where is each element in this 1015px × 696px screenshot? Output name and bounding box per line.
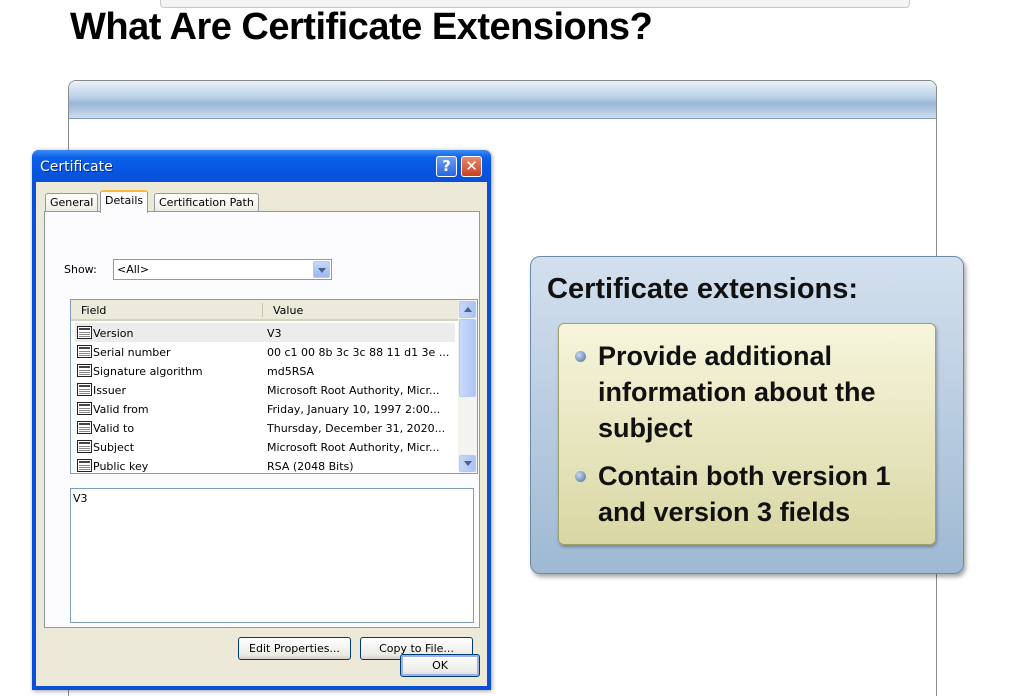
table-row[interactable]: Public key RSA (2048 Bits) (75, 456, 455, 473)
certificate-field-icon (77, 402, 92, 415)
column-header-field[interactable]: Field (81, 304, 106, 317)
fields-listview[interactable]: Field Value Version V3 Serial number 00 … (70, 299, 478, 474)
certificate-field-icon (77, 421, 92, 434)
table-row[interactable]: Issuer Microsoft Root Authority, Micr... (75, 380, 455, 399)
certificate-field-icon (77, 364, 92, 377)
table-row[interactable]: Serial number 00 c1 00 8b 3c 3c 88 11 d1… (75, 342, 455, 361)
field-detail-textbox[interactable]: V3 (70, 488, 474, 623)
field-name: Subject (93, 441, 135, 454)
table-row[interactable]: Valid from Friday, January 10, 1997 2:00… (75, 399, 455, 418)
table-row[interactable]: Subject Microsoft Root Authority, Micr..… (75, 437, 455, 456)
certificate-field-icon (77, 459, 92, 472)
dialog-title: Certificate (40, 159, 113, 175)
slide-title: What Are Certificate Extensions? (70, 6, 653, 48)
field-value: 00 c1 00 8b 3c 3c 88 11 d1 3e ... (267, 346, 450, 359)
bullet-text: Contain both version 1 and version 3 fie… (598, 461, 891, 527)
field-value: Friday, January 10, 1997 2:00... (267, 403, 441, 416)
scroll-up-icon[interactable] (459, 301, 476, 318)
details-tab-panel: Show: <All> Field Value Version V3 Seria… (44, 211, 480, 660)
certificate-dialog: Certificate ? ✕ General Details Certific… (32, 150, 491, 690)
tab-general[interactable]: General (45, 193, 99, 212)
field-name: Signature algorithm (93, 365, 203, 378)
bullet-dot-icon (575, 351, 586, 362)
callout-title: Certificate extensions: (547, 273, 859, 305)
callout-bullets-box: Provide additional information about the… (558, 323, 936, 545)
bullet-item: Contain both version 1 and version 3 fie… (575, 458, 918, 530)
scroll-thumb[interactable] (459, 319, 476, 397)
bullet-text: Provide additional information about the… (598, 341, 876, 443)
field-name: Issuer (93, 384, 126, 397)
field-detail-text: V3 (73, 492, 88, 505)
bullet-dot-icon (575, 471, 586, 482)
table-row[interactable]: Valid to Thursday, December 31, 2020... (75, 418, 455, 437)
column-header-value[interactable]: Value (273, 304, 303, 317)
help-button[interactable]: ? (436, 156, 457, 177)
certificate-field-icon (77, 345, 92, 358)
chevron-down-icon[interactable] (313, 261, 330, 278)
show-select[interactable]: <All> (113, 259, 332, 280)
table-row[interactable]: Signature algorithm md5RSA (75, 361, 455, 380)
field-value: V3 (267, 327, 282, 340)
field-value: md5RSA (267, 365, 315, 378)
ok-button[interactable]: OK (400, 654, 480, 677)
edit-properties-button[interactable]: Edit Properties... (238, 637, 351, 660)
tab-certification-path[interactable]: Certification Path (154, 193, 259, 212)
field-name: Version (93, 327, 134, 340)
dialog-titlebar[interactable]: Certificate ? ✕ (32, 150, 491, 182)
scroll-down-icon[interactable] (459, 455, 476, 472)
certificate-field-icon (77, 383, 92, 396)
slide-frame-header (69, 81, 936, 119)
table-row[interactable]: Version V3 (75, 323, 455, 342)
field-name: Valid to (93, 422, 135, 435)
show-select-value: <All> (117, 263, 150, 276)
bullet-item: Provide additional information about the… (575, 338, 918, 446)
close-button[interactable]: ✕ (461, 156, 482, 177)
certificate-field-icon (77, 440, 92, 453)
callout-panel: Certificate extensions: Provide addition… (530, 256, 964, 574)
field-name: Valid from (93, 403, 149, 416)
field-name: Serial number (93, 346, 171, 359)
field-value: Microsoft Root Authority, Micr... (267, 441, 440, 454)
column-divider[interactable] (262, 303, 263, 317)
certificate-field-icon (77, 326, 92, 339)
dialog-client-area: General Details Certification Path Show:… (36, 182, 487, 686)
show-label: Show: (64, 263, 97, 276)
field-name: Public key (93, 460, 149, 473)
field-value: Microsoft Root Authority, Micr... (267, 384, 440, 397)
field-value: RSA (2048 Bits) (267, 460, 354, 473)
field-value: Thursday, December 31, 2020... (267, 422, 446, 435)
listview-header: Field Value (71, 300, 458, 321)
tab-details[interactable]: Details (100, 190, 149, 213)
vertical-scrollbar[interactable] (458, 300, 477, 473)
